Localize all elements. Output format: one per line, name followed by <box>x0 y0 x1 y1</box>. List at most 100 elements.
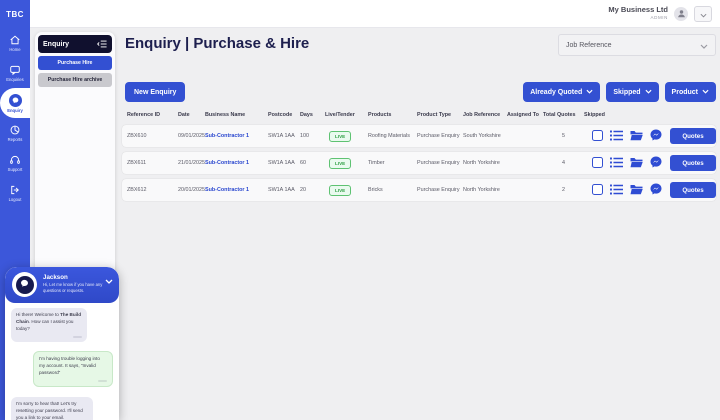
folder-icon[interactable] <box>630 130 643 143</box>
cell-postcode: SW1A 1AA <box>268 133 300 139</box>
app-logo: TBC <box>0 0 30 28</box>
live-badge: LIVE <box>329 185 351 196</box>
cell-reference-id: ZBX611 <box>127 160 178 166</box>
row-actions <box>610 156 670 170</box>
cell-job-reference: South Yorkshire <box>463 133 507 139</box>
enquiry-icon <box>9 94 22 107</box>
collapse-menu-icon[interactable] <box>97 35 107 53</box>
chevron-down-icon <box>702 89 709 96</box>
business-name-link[interactable]: Sub-Contractor 1 <box>205 160 268 166</box>
cell-days: 20 <box>300 187 325 193</box>
message-timestamp <box>98 380 107 383</box>
purchase-hire-button[interactable]: Purchase Hire <box>38 56 112 70</box>
page-title: Enquiry | Purchase & Hire <box>125 35 309 52</box>
account-name: My Business Ltd <box>608 6 668 14</box>
skipped-checkbox[interactable] <box>592 157 603 168</box>
sidebar-item-home[interactable]: Home <box>0 28 30 58</box>
cell-product-type: Purchase Enquiry <box>417 187 463 193</box>
chevron-down-icon <box>645 89 652 96</box>
account-info: My Business Ltd ADMIN <box>608 6 668 20</box>
account-menu-button[interactable] <box>694 6 712 22</box>
new-enquiry-button[interactable]: New Enquiry <box>125 82 185 102</box>
chat-icon[interactable] <box>650 156 662 170</box>
filter-buttons: Already Quoted Skipped Product <box>523 82 716 102</box>
table-row: ZBX611 21/01/2025 Sub-Contractor 1 SW1A … <box>122 152 716 174</box>
chat-agent-subtitle: Hi, Let me know if you have any question… <box>43 282 107 294</box>
avatar[interactable] <box>674 7 688 21</box>
purchase-hire-archive-button[interactable]: Purchase Hire archive <box>38 73 112 87</box>
table-body: ZBX610 09/01/2025 Sub-Contractor 1 SW1A … <box>122 125 716 201</box>
sidebar-item-enquiry[interactable]: Enquiry <box>0 88 30 118</box>
job-reference-dropdown[interactable]: Job Reference <box>558 34 716 56</box>
table-row: ZBX612 20/01/2025 Sub-Contractor 1 SW1A … <box>122 179 716 201</box>
sidebar-item-support[interactable]: Support <box>0 148 30 178</box>
table-header: Reference ID Date Business Name Postcode… <box>122 108 716 121</box>
cell-products: Roofing Materials <box>368 133 417 139</box>
chevron-down-icon <box>700 5 707 23</box>
cell-products: Bricks <box>368 187 417 193</box>
sidebar-item-reports[interactable]: Reports <box>0 118 30 148</box>
quotes-button[interactable]: Quotes <box>670 182 716 198</box>
chat-message-agent: Hi there! Welcome to The Build Chain. Ho… <box>11 308 87 342</box>
live-badge: LIVE <box>329 131 351 142</box>
cell-postcode: SW1A 1AA <box>268 160 300 166</box>
cell-job-reference: North Yorkshire <box>463 187 507 193</box>
business-name-link[interactable]: Sub-Contractor 1 <box>205 187 268 193</box>
cell-product-type: Purchase Enquiry <box>417 160 463 166</box>
chat-agent-name: Jackson <box>43 274 68 281</box>
list-icon[interactable] <box>610 157 623 170</box>
reports-icon <box>9 124 21 136</box>
enquiries-icon <box>9 64 21 76</box>
chevron-down-icon <box>700 36 708 54</box>
product-dropdown[interactable]: Product <box>665 82 716 102</box>
home-icon <box>9 34 21 46</box>
chat-collapse-icon[interactable] <box>105 271 113 289</box>
chat-messages: Hi there! Welcome to The Build Chain. Ho… <box>5 303 119 420</box>
cell-date: 20/01/2025 <box>178 187 205 193</box>
list-icon[interactable] <box>610 130 623 143</box>
folder-icon[interactable] <box>630 157 643 170</box>
account-role: ADMIN <box>651 16 669 21</box>
cell-days: 60 <box>300 160 325 166</box>
chevron-down-icon <box>586 89 593 96</box>
cell-product-type: Purchase Enquiry <box>417 133 463 139</box>
table-row: ZBX610 09/01/2025 Sub-Contractor 1 SW1A … <box>122 125 716 147</box>
quotes-button[interactable]: Quotes <box>670 128 716 144</box>
already-quoted-dropdown[interactable]: Already Quoted <box>523 82 600 102</box>
cell-total-quotes: 5 <box>543 133 584 139</box>
subpanel-header: Enquiry <box>38 35 112 53</box>
row-actions <box>610 183 670 197</box>
skipped-checkbox[interactable] <box>592 130 603 141</box>
chat-widget: Jackson Hi, Let me know if you have any … <box>5 267 119 420</box>
chat-message-user: I'm having trouble logging into my accou… <box>33 351 113 387</box>
list-icon[interactable] <box>610 184 623 197</box>
skipped-dropdown[interactable]: Skipped <box>606 82 658 102</box>
cell-job-reference: North Yorkshire <box>463 160 507 166</box>
sidebar-item-logout[interactable]: Logout <box>0 178 30 208</box>
business-name-link[interactable]: Sub-Contractor 1 <box>205 133 268 139</box>
enquiry-table: Reference ID Date Business Name Postcode… <box>122 108 716 206</box>
chat-icon[interactable] <box>650 183 662 197</box>
cell-reference-id: ZBX612 <box>127 187 178 193</box>
skipped-checkbox[interactable] <box>592 184 603 195</box>
cell-date: 21/01/2025 <box>178 160 205 166</box>
person-icon <box>677 5 686 23</box>
topbar: My Business Ltd ADMIN <box>30 0 720 28</box>
chat-bubble-icon <box>19 276 30 294</box>
row-actions <box>610 129 670 143</box>
cell-date: 09/01/2025 <box>178 133 205 139</box>
headset-icon <box>9 154 21 166</box>
chat-icon[interactable] <box>650 129 662 143</box>
cell-products: Timber <box>368 160 417 166</box>
chat-message-agent: I'm sorry to hear that! Let's try resett… <box>11 397 93 420</box>
cell-reference-id: ZBX610 <box>127 133 178 139</box>
cell-total-quotes: 2 <box>543 187 584 193</box>
chat-avatar <box>12 272 37 297</box>
live-badge: LIVE <box>329 158 351 169</box>
message-timestamp <box>73 336 82 339</box>
sidebar-item-enquiries[interactable]: Enquiries <box>0 58 30 88</box>
cell-days: 100 <box>300 133 325 139</box>
quotes-button[interactable]: Quotes <box>670 155 716 171</box>
subpanel-title: Enquiry <box>43 41 69 48</box>
folder-icon[interactable] <box>630 184 643 197</box>
